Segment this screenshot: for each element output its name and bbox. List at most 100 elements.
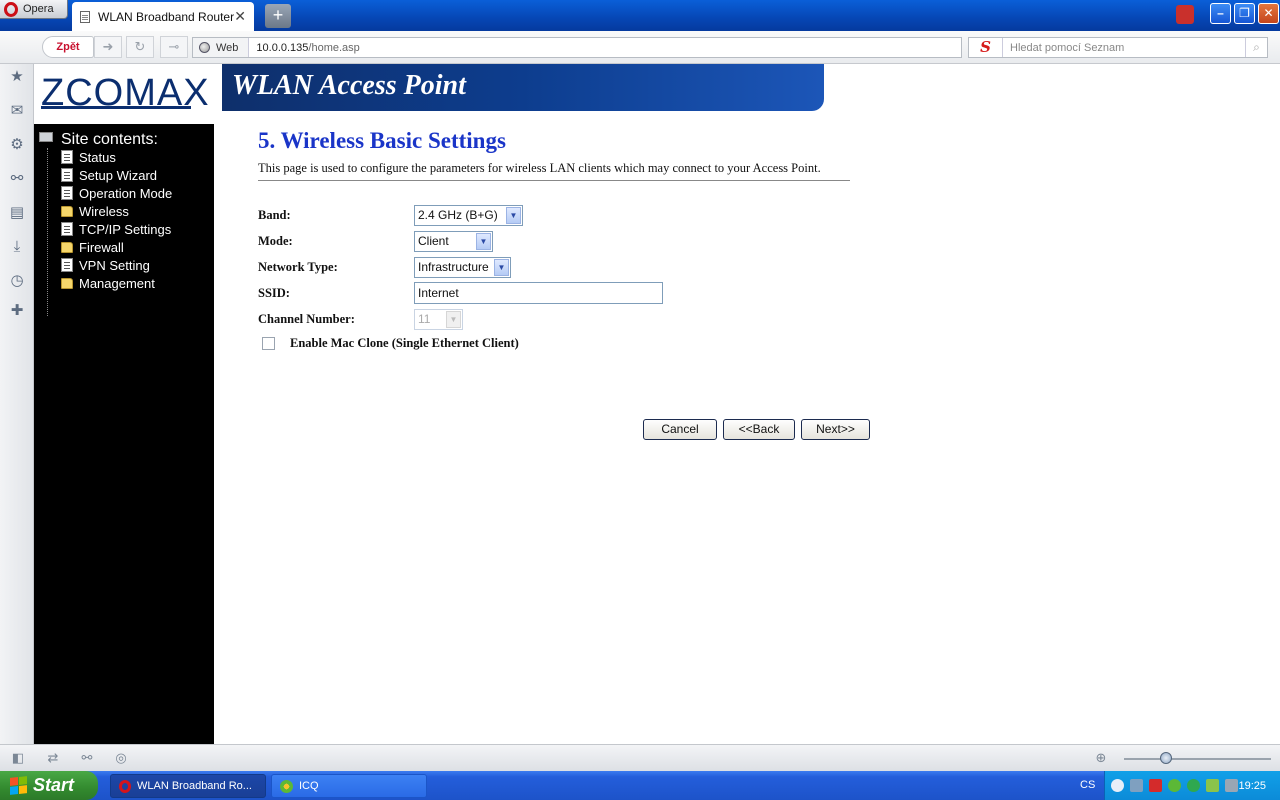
search-input[interactable] [1003,41,1243,54]
channel-select: 11 ▼ [414,308,463,330]
zoom-icon[interactable]: ⊕ [1093,750,1109,766]
reload-icon[interactable]: ↻ [126,36,154,58]
turbo-icon[interactable]: ◎ [113,750,129,766]
tree-item-operation-mode[interactable]: Operation Mode [61,184,172,202]
zoom-slider-track[interactable] [1124,758,1271,760]
sync-icon[interactable]: ⇄ [45,750,61,766]
green-app-icon[interactable] [1206,779,1219,792]
mode-value: Client [418,234,449,248]
channel-value: 11 [418,312,431,326]
chevron-down-icon: ▼ [494,258,509,276]
unite-icon[interactable]: ⚯ [8,170,26,188]
mode-row: Mode: Client ▼ [258,230,493,252]
search-box[interactable]: S ⌕ [968,37,1268,58]
back-button[interactable]: Zpět [42,36,94,58]
language-indicator[interactable]: CS [1080,779,1095,791]
divider [258,180,850,181]
tree-item-label: Firewall [79,239,124,255]
computer-icon [39,132,53,142]
close-window-button[interactable]: ✕ [1258,3,1279,24]
address-field[interactable]: Web 10.0.0.135/home.asp [192,37,962,58]
tray-expand-icon[interactable] [1111,779,1124,792]
browser-status-bar: ◧ ⇄ ⚯ ◎ ⊕ [0,744,1280,771]
tab-wlan-router[interactable]: WLAN Broadband Router ✕ [72,2,254,31]
page-title: 5. Wireless Basic Settings [258,128,506,153]
minimize-button[interactable]: – [1210,3,1231,24]
page-description: This page is used to configure the param… [258,161,821,175]
mode-label: Mode: [258,233,293,248]
trash-icon[interactable] [1176,5,1194,24]
document-icon [61,258,73,272]
document-icon [61,222,73,236]
key-icon[interactable]: ⊸ [160,36,188,58]
page-icon [80,10,90,23]
logo-underline [41,106,191,109]
windows-taskbar: Start WLAN Broadband Ro... ICQ CS 19:25 [0,771,1280,800]
panel-toggle-icon[interactable]: ◧ [10,750,26,766]
document-icon [61,150,73,164]
search-icon[interactable]: ⌕ [1245,38,1267,57]
gear-icon[interactable]: ⚙ [8,136,26,154]
chevron-down-icon: ▼ [446,310,461,328]
restore-button[interactable]: ❐ [1234,3,1255,24]
banner-spacer [222,111,824,124]
opera-menu-label: Opera [23,3,54,15]
tab-title: WLAN Broadband Router [98,9,235,24]
tree-item-label: Management [79,275,155,291]
next-step-button[interactable]: Next>> [801,419,870,440]
close-tab-icon[interactable]: ✕ [234,8,246,25]
chevron-down-icon: ▼ [476,232,491,250]
tree-item-label: Status [79,149,116,165]
tree-item-setup-wizard[interactable]: Setup Wizard [61,166,157,184]
url-host: 10.0.0.135 [256,41,309,54]
tree-item-wireless[interactable]: Wireless [61,202,129,220]
new-tab-button[interactable]: + [265,4,291,28]
network-icon[interactable] [1130,779,1143,792]
clock[interactable]: 19:25 [1238,780,1266,792]
mail-icon[interactable]: ✉ [8,102,26,120]
network-type-select[interactable]: Infrastructure ▼ [414,256,511,278]
start-button[interactable]: Start [0,771,98,800]
tree-connector [47,148,48,316]
bookmarks-star-icon[interactable]: ★ [8,68,26,86]
band-value: 2.4 GHz (B+G) [418,208,498,222]
network-type-label: Network Type: [258,259,338,274]
band-select[interactable]: 2.4 GHz (B+G) ▼ [414,204,523,226]
history-clock-icon[interactable]: ◷ [8,272,26,290]
shield-icon[interactable] [1149,779,1162,792]
system-tray: 19:25 [1104,771,1280,800]
tree-item-management[interactable]: Management [61,274,155,292]
zoom-slider-handle[interactable] [1160,752,1172,764]
opera-logo-icon [4,1,18,17]
mode-select[interactable]: Client ▼ [414,230,493,252]
ssid-input[interactable] [414,282,663,304]
windows-logo-icon [10,776,27,795]
chat-icon[interactable] [1187,779,1200,792]
forward-icon[interactable]: ➜ [94,36,122,58]
tree-item-label: Setup Wizard [79,167,158,183]
tree-item-vpn-setting[interactable]: VPN Setting [61,256,150,274]
downloads-icon[interactable]: ⤓ [8,238,26,256]
tree-item-label: Operation Mode [79,185,173,201]
unite-status-icon[interactable]: ⚯ [79,750,95,766]
icq-tray-icon[interactable] [1168,779,1181,792]
taskbar-opera-window[interactable]: WLAN Broadband Ro... [110,774,266,798]
web-badge[interactable]: Web [193,38,250,57]
opera-side-panel: ★ ✉ ⚙ ⚯ ▤ ⤓ ◷ ✚ [0,64,34,744]
opera-menu-button[interactable]: Opera [0,0,68,19]
add-panel-icon[interactable]: ✚ [8,302,26,320]
back-step-button[interactable]: <<Back [723,419,795,440]
url-text[interactable]: 10.0.0.135/home.asp [249,42,359,54]
cancel-button[interactable]: Cancel [643,419,717,440]
notes-icon[interactable]: ▤ [8,204,26,222]
tree-item-status[interactable]: Status [61,148,116,166]
mac-clone-checkbox[interactable] [262,336,275,350]
taskbar-icq-window[interactable]: ICQ [271,774,427,798]
mac-clone-row: Enable Mac Clone (Single Ethernet Client… [258,332,519,354]
tree-item-firewall[interactable]: Firewall [61,238,124,256]
browser-title-bar: Opera WLAN Broadband Router ✕ + – ❐ ✕ [0,0,1280,31]
seznam-s-icon[interactable]: S [969,38,1003,57]
tree-item-tcpip-settings[interactable]: TCP/IP Settings [61,220,171,238]
tree-item-label: Wireless [79,203,129,219]
monitor-icon[interactable] [1225,779,1238,792]
